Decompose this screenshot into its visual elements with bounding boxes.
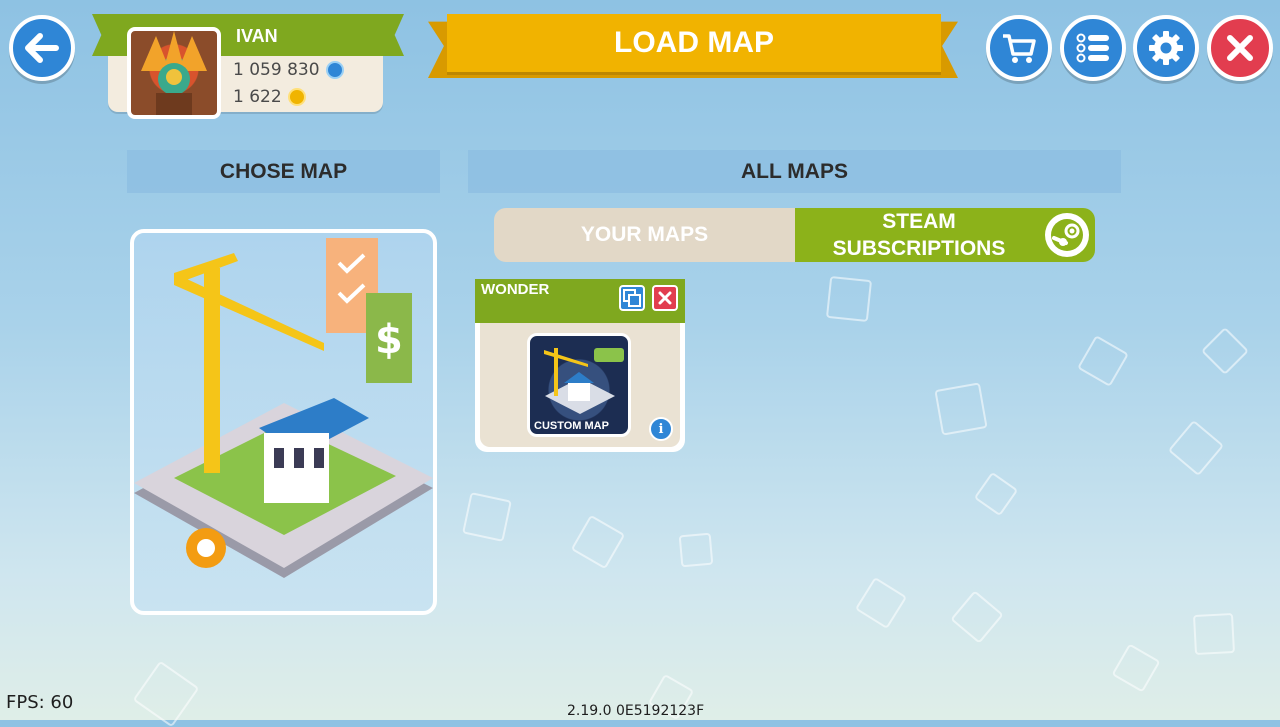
gold-coin-icon <box>287 88 306 106</box>
decorative-square <box>825 275 873 323</box>
back-button[interactable] <box>9 15 75 81</box>
close-icon <box>1227 35 1253 61</box>
delete-icon <box>658 291 672 305</box>
decorative-square <box>950 590 1004 644</box>
decorative-square <box>678 532 714 568</box>
decorative-square <box>132 660 200 727</box>
decorative-square <box>854 576 908 630</box>
tab-steam-label: STEAM SUBSCRIPTIONS <box>832 210 1006 260</box>
chose-map-heading: CHOSE MAP <box>127 150 440 193</box>
info-icon: i <box>658 421 664 437</box>
decorative-square <box>1167 419 1225 477</box>
map-thumbnail[interactable]: CUSTOM MAP <box>527 333 631 437</box>
avatar-image <box>141 31 207 115</box>
decorative-square <box>1200 326 1250 376</box>
currency-secondary-value: 1 622 <box>233 87 282 107</box>
decorative-square <box>1192 612 1236 656</box>
close-button[interactable] <box>1207 15 1273 81</box>
checklist-icon <box>1076 33 1109 63</box>
quests-button[interactable] <box>1060 15 1126 81</box>
all-maps-heading: ALL MAPS <box>468 150 1121 193</box>
player-name: IVAN <box>236 26 278 46</box>
arrow-left-icon <box>25 33 59 63</box>
decorative-square <box>1077 335 1129 387</box>
avatar[interactable] <box>127 27 221 119</box>
maps-tabbar: YOUR MAPS STEAM SUBSCRIPTIONS <box>494 208 1095 262</box>
map-preview: $ <box>130 229 437 615</box>
gear-icon <box>1149 31 1183 65</box>
map-thumbnail-label: CUSTOM MAP <box>534 420 609 432</box>
svg-text:$: $ <box>375 317 403 363</box>
decorative-square <box>934 382 988 436</box>
decorative-square <box>570 514 626 570</box>
version-label: 2.19.0 0E5192123F <box>567 703 705 719</box>
map-card[interactable]: WONDER CUSTOM MAP i <box>475 279 685 452</box>
page-title: LOAD MAP <box>447 14 941 72</box>
shop-button[interactable] <box>986 15 1052 81</box>
tab-steam-subscriptions[interactable]: STEAM SUBSCRIPTIONS <box>795 208 1095 262</box>
duplicate-map-button[interactable] <box>619 285 645 311</box>
delete-map-button[interactable] <box>652 285 678 311</box>
steam-icon <box>1045 213 1089 257</box>
decorative-square <box>462 492 512 542</box>
currency-primary-value: 1 059 830 <box>233 60 320 80</box>
tab-your-maps[interactable]: YOUR MAPS <box>494 208 795 262</box>
decorative-square <box>1111 643 1161 693</box>
settings-button[interactable] <box>1133 15 1199 81</box>
blue-coin-icon <box>325 61 344 79</box>
decorative-square <box>973 471 1019 517</box>
map-card-title: WONDER <box>481 281 550 298</box>
fps-counter: FPS: 60 <box>6 692 74 713</box>
currency-secondary: 1 622 <box>233 87 306 107</box>
cart-icon <box>1003 34 1036 63</box>
map-preview-illustration: $ <box>134 238 433 578</box>
map-info-button[interactable]: i <box>649 417 673 441</box>
currency-primary: 1 059 830 <box>233 60 344 80</box>
copy-icon <box>623 289 641 307</box>
